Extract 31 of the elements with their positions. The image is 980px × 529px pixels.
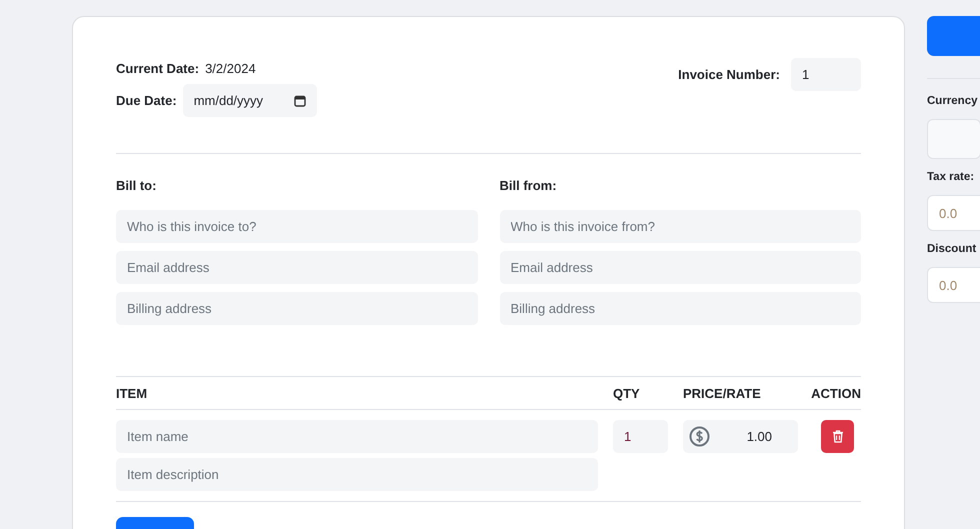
field-label: Tax rate: [927, 171, 976, 183]
field-label: Currency [927, 95, 978, 107]
calendar-icon [294, 94, 306, 106]
section-label: Bill to: [116, 178, 158, 193]
item-name-field[interactable]: Item name [116, 420, 598, 453]
column-header: ITEM [116, 386, 148, 401]
invoice-number-field[interactable]: 1 [791, 58, 861, 91]
text-field[interactable]: Email address [500, 251, 861, 284]
section-label: Bill from: [500, 178, 558, 193]
text-field[interactable]: Billing address [116, 292, 478, 325]
current-date-label: Current Date: [116, 61, 200, 76]
field-label: Discount [927, 243, 978, 255]
invoice-number-label: Invoice Number: [678, 67, 780, 82]
item-description-field[interactable]: Item description [116, 458, 598, 491]
text-field[interactable]: Who is this invoice from? [500, 210, 861, 243]
column-header: PRICE/RATE [683, 386, 762, 401]
text-field[interactable]: Who is this invoice to? [116, 210, 478, 243]
text-field[interactable]: Email address [116, 251, 478, 284]
number-field[interactable]: 0.0 [927, 195, 980, 231]
column-header: QTY [613, 386, 641, 401]
text-field[interactable]: Billing address [500, 292, 861, 325]
current-date: 3/2/2024 [205, 61, 256, 76]
number-field[interactable]: 0.0 [927, 267, 980, 303]
price-field[interactable]: 1.00 [683, 420, 798, 453]
dollar-icon [689, 426, 710, 447]
trash-icon [832, 430, 844, 443]
delete-button[interactable] [821, 420, 854, 453]
due-date-label: Due Date: [116, 93, 177, 108]
date-field[interactable]: mm/dd/yyyy [182, 84, 317, 117]
column-header: ACTION [810, 386, 861, 401]
quantity-field[interactable]: 1 [613, 420, 668, 453]
